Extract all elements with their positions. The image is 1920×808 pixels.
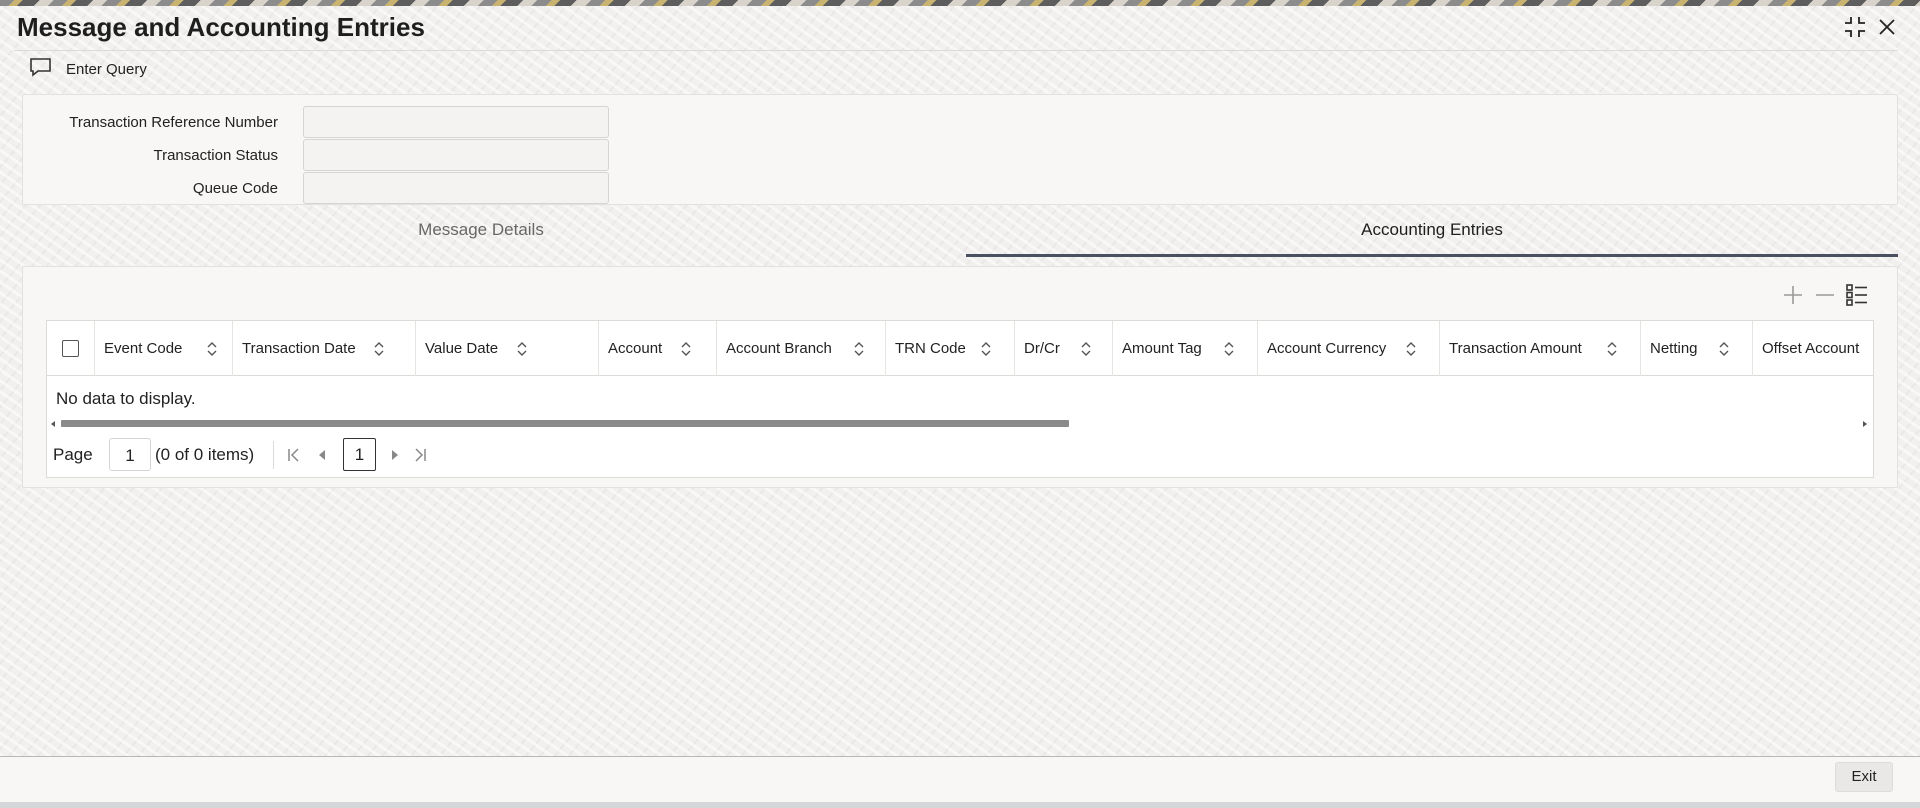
column-header-event-code[interactable]: Event Code bbox=[95, 321, 233, 376]
previous-page-icon[interactable] bbox=[312, 445, 332, 465]
active-tab-indicator bbox=[966, 254, 1898, 257]
column-header-account[interactable]: Account bbox=[599, 321, 717, 376]
chat-bubble-icon bbox=[28, 56, 54, 82]
scrollbar-thumb[interactable] bbox=[61, 420, 1069, 427]
sort-icon[interactable] bbox=[853, 341, 865, 357]
column-label: Account Branch bbox=[726, 340, 832, 357]
horizontal-scrollbar[interactable] bbox=[47, 419, 1873, 431]
column-header-offset-account[interactable]: Offset Account bbox=[1753, 321, 1873, 376]
tab-message-details[interactable]: Message Details bbox=[22, 220, 940, 256]
column-header-transaction-date[interactable]: Transaction Date bbox=[233, 321, 416, 376]
column-header-trn-code[interactable]: TRN Code bbox=[886, 321, 1015, 376]
enter-query-label: Enter Query bbox=[66, 60, 147, 78]
transaction-reference-number-input[interactable] bbox=[303, 106, 609, 138]
footer-bar bbox=[0, 757, 1920, 802]
table-header: Event Code Transaction Date Value Date A… bbox=[47, 321, 1873, 376]
maximize-icon[interactable] bbox=[1842, 14, 1868, 40]
column-label: Transaction Date bbox=[242, 340, 356, 357]
transaction-reference-number-label: Transaction Reference Number bbox=[69, 113, 278, 131]
sort-icon[interactable] bbox=[680, 341, 692, 357]
tab-accounting-entries[interactable]: Accounting Entries bbox=[966, 220, 1898, 256]
last-page-icon[interactable] bbox=[410, 445, 430, 465]
page-label: Page bbox=[53, 445, 93, 464]
column-header-transaction-amount[interactable]: Transaction Amount bbox=[1440, 321, 1641, 376]
bottom-strip bbox=[0, 802, 1920, 808]
select-all-checkbox[interactable] bbox=[62, 340, 79, 357]
column-label: Offset Account bbox=[1762, 340, 1860, 357]
column-label: Account Currency bbox=[1267, 340, 1387, 357]
column-label: Event Code bbox=[104, 340, 183, 357]
queue-code-label: Queue Code bbox=[192, 179, 278, 197]
column-label: Account bbox=[608, 340, 663, 357]
item-count: (0 of 0 items) bbox=[155, 445, 255, 464]
sort-icon[interactable] bbox=[1223, 341, 1235, 357]
query-form-panel: Transaction Reference Number Transaction… bbox=[22, 94, 1898, 205]
form-row-queue-code: Queue Code bbox=[23, 172, 609, 204]
sort-icon[interactable] bbox=[373, 341, 385, 357]
column-header-account-branch[interactable]: Account Branch bbox=[717, 321, 886, 376]
select-all-cell bbox=[47, 321, 95, 376]
page-number-input[interactable]: 1 bbox=[109, 438, 151, 471]
pagination-bar: Page 1 (0 of 0 items) 1 bbox=[47, 437, 1873, 473]
column-header-netting[interactable]: Netting bbox=[1641, 321, 1753, 376]
sort-icon[interactable] bbox=[1606, 341, 1618, 357]
sort-icon[interactable] bbox=[980, 341, 992, 357]
column-header-amount-tag[interactable]: Amount Tag bbox=[1113, 321, 1258, 376]
empty-table-message: No data to display. bbox=[56, 389, 196, 408]
delete-row-icon[interactable] bbox=[1812, 282, 1838, 308]
window-title: Message and Accounting Entries bbox=[17, 12, 425, 42]
next-page-icon[interactable] bbox=[385, 445, 405, 465]
accounting-entries-table: Event Code Transaction Date Value Date A… bbox=[46, 320, 1874, 478]
scroll-left-icon[interactable] bbox=[51, 421, 55, 427]
add-row-icon[interactable] bbox=[1780, 282, 1806, 308]
form-row-transaction-reference: Transaction Reference Number bbox=[23, 106, 609, 138]
queue-code-input[interactable] bbox=[303, 172, 609, 204]
column-label: Transaction Amount bbox=[1449, 340, 1582, 357]
sort-icon[interactable] bbox=[206, 341, 218, 357]
column-header-account-currency[interactable]: Account Currency bbox=[1258, 321, 1440, 376]
column-label: Value Date bbox=[425, 340, 499, 357]
close-icon[interactable] bbox=[1874, 14, 1900, 40]
column-settings-icon[interactable] bbox=[1844, 282, 1870, 308]
transaction-status-label: Transaction Status bbox=[153, 146, 278, 164]
column-header-dr-cr[interactable]: Dr/Cr bbox=[1015, 321, 1113, 376]
title-divider bbox=[14, 50, 1898, 51]
exit-button[interactable]: Exit bbox=[1835, 762, 1893, 792]
sort-icon[interactable] bbox=[1405, 341, 1417, 357]
sort-icon[interactable] bbox=[516, 341, 528, 357]
column-label: Dr/Cr bbox=[1024, 340, 1060, 357]
current-page[interactable]: 1 bbox=[343, 438, 376, 471]
first-page-icon[interactable] bbox=[284, 445, 304, 465]
column-label: TRN Code bbox=[895, 340, 966, 357]
pager-divider bbox=[273, 441, 274, 469]
sort-icon[interactable] bbox=[1718, 341, 1730, 357]
enter-query-button[interactable]: Enter Query bbox=[28, 56, 147, 82]
column-header-value-date[interactable]: Value Date bbox=[416, 321, 599, 376]
sort-icon[interactable] bbox=[1080, 341, 1092, 357]
transaction-status-input[interactable] bbox=[303, 139, 609, 171]
scroll-right-icon[interactable] bbox=[1863, 421, 1867, 427]
column-label: Netting bbox=[1650, 340, 1698, 357]
form-row-transaction-status: Transaction Status bbox=[23, 139, 609, 171]
column-label: Amount Tag bbox=[1122, 340, 1202, 357]
